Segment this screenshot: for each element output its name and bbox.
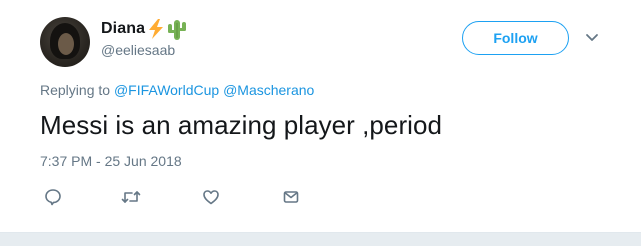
avatar[interactable] <box>40 17 90 67</box>
lightning-emoji <box>147 19 165 39</box>
reply-prefix: Replying to <box>40 82 111 98</box>
follow-button[interactable]: Follow <box>462 21 569 55</box>
reply-context: Replying to @FIFAWorldCup @Mascherano <box>40 82 314 98</box>
tweet-text: Messi is an amazing player ,period <box>40 110 442 140</box>
like-icon[interactable] <box>201 187 221 207</box>
direct-message-icon[interactable] <box>281 187 301 207</box>
mention-link[interactable]: @FIFAWorldCup <box>114 82 219 98</box>
display-name[interactable]: Diana <box>101 20 145 38</box>
timestamp[interactable]: 7:37 PM - 25 Jun 2018 <box>40 153 182 169</box>
mention-link[interactable]: @Mascherano <box>223 82 314 98</box>
name-row: Diana <box>101 18 187 40</box>
bottom-divider <box>0 232 641 246</box>
avatar-face <box>58 33 74 55</box>
retweet-icon[interactable] <box>121 187 141 207</box>
chevron-down-icon[interactable] <box>584 31 600 45</box>
reply-icon[interactable] <box>43 187 63 207</box>
handle[interactable]: @eeliesaab <box>101 42 175 58</box>
cactus-emoji <box>167 18 187 40</box>
